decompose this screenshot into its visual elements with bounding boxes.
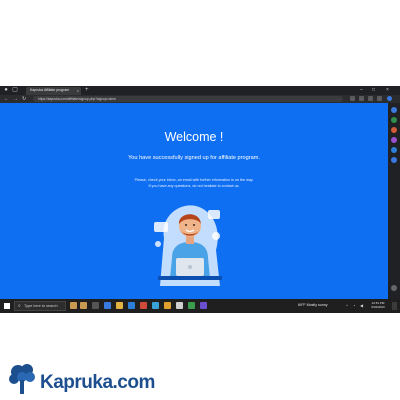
- notification-icon[interactable]: [392, 302, 397, 310]
- desktop-screenshot: ● ▢ Kapruka Affiliate program × + – □ × …: [0, 86, 400, 313]
- refresh-icon[interactable]: ↻: [22, 96, 26, 102]
- volume-icon[interactable]: ◀: [360, 302, 363, 309]
- search-placeholder: Type here to search: [24, 304, 58, 308]
- sidebar-games-icon[interactable]: [391, 137, 397, 143]
- sidebar-shopping-icon[interactable]: [391, 117, 397, 123]
- taskbar-app-6-icon[interactable]: [188, 302, 195, 309]
- windows-taskbar: ⌕ Type here to search 69°F Mostly sunny …: [0, 299, 400, 313]
- sidebar-settings-icon[interactable]: [391, 285, 397, 291]
- sidebar-search-icon[interactable]: [391, 107, 397, 113]
- clock-date: 6/22/2023: [371, 305, 385, 309]
- weather-widget[interactable]: 69°F Mostly sunny: [298, 301, 328, 310]
- info-message-line-1: Please, check your inbox, an email with …: [134, 178, 254, 182]
- web-page: Welcome ! You have successfully signed u…: [0, 103, 388, 299]
- person-at-laptop-illustration: [154, 205, 222, 286]
- success-subtitle: You have successfully signed up for affi…: [128, 155, 260, 161]
- kapruka-tree-icon: [9, 364, 35, 394]
- taskbar-app-5-icon[interactable]: [176, 302, 183, 309]
- close-window-button[interactable]: ×: [386, 87, 389, 93]
- taskbar-app-2-icon[interactable]: [80, 302, 87, 309]
- collections-icon[interactable]: [368, 96, 373, 101]
- profile-icon[interactable]: ●: [3, 87, 9, 93]
- sidebar-outlook-icon[interactable]: [391, 157, 397, 163]
- kapruka-wordmark: Kapruka.com: [40, 372, 155, 393]
- wifi-icon[interactable]: ◔: [353, 302, 355, 309]
- address-bar[interactable]: https://kapruka.com/affiliate/signup.php…: [33, 96, 343, 102]
- tab-affiliate[interactable]: Kapruka Affiliate program ×: [26, 87, 81, 95]
- tab-close-button[interactable]: ×: [77, 88, 79, 93]
- url-text: https://kapruka.com/affiliate/signup.php…: [38, 97, 116, 101]
- kapruka-logo: Kapruka.com: [6, 362, 155, 396]
- profile-avatar-icon[interactable]: [377, 96, 382, 101]
- new-tab-button[interactable]: +: [85, 87, 89, 93]
- chrome-icon[interactable]: [164, 302, 171, 309]
- tray-chevron-icon[interactable]: ^: [346, 302, 348, 309]
- sidebar-office-icon[interactable]: [391, 147, 397, 153]
- extensions-icon[interactable]: [350, 96, 355, 101]
- minimize-button[interactable]: –: [360, 87, 363, 93]
- back-icon[interactable]: ←: [4, 96, 9, 102]
- store-icon[interactable]: [128, 302, 135, 309]
- task-view-icon[interactable]: [92, 302, 99, 309]
- taskbar-search-box[interactable]: ⌕ Type here to search: [14, 301, 66, 311]
- maximize-button[interactable]: □: [372, 87, 375, 93]
- tab-label: Kapruka Affiliate program: [30, 88, 70, 92]
- sidebar-tools-icon[interactable]: [391, 127, 397, 133]
- edge-icon[interactable]: [104, 302, 111, 309]
- copilot-icon[interactable]: [387, 96, 392, 101]
- browser-tab-strip: ● ▢ Kapruka Affiliate program × + – □ ×: [0, 86, 400, 95]
- taskbar-app-1-icon[interactable]: [70, 302, 77, 309]
- taskbar-app-7-icon[interactable]: [200, 302, 207, 309]
- taskbar-app-3-icon[interactable]: [140, 302, 147, 309]
- favorites-icon[interactable]: [359, 96, 364, 101]
- windows-start-icon[interactable]: [4, 303, 10, 309]
- tab-actions-icon[interactable]: ▢: [12, 87, 18, 93]
- forward-icon[interactable]: →: [13, 96, 18, 102]
- info-message-line-2: If you have any questions, do not hesita…: [148, 184, 240, 188]
- page-title: Welcome !: [164, 130, 224, 144]
- browser-toolbar: ← → ↻ https://kapruka.com/affiliate/sign…: [0, 95, 400, 103]
- search-icon: ⌕: [18, 303, 21, 309]
- system-clock[interactable]: 12:51 PM 6/22/2023: [368, 301, 388, 309]
- file-explorer-icon[interactable]: [116, 302, 123, 309]
- browser-sidebar: [388, 103, 400, 299]
- taskbar-app-4-icon[interactable]: [152, 302, 159, 309]
